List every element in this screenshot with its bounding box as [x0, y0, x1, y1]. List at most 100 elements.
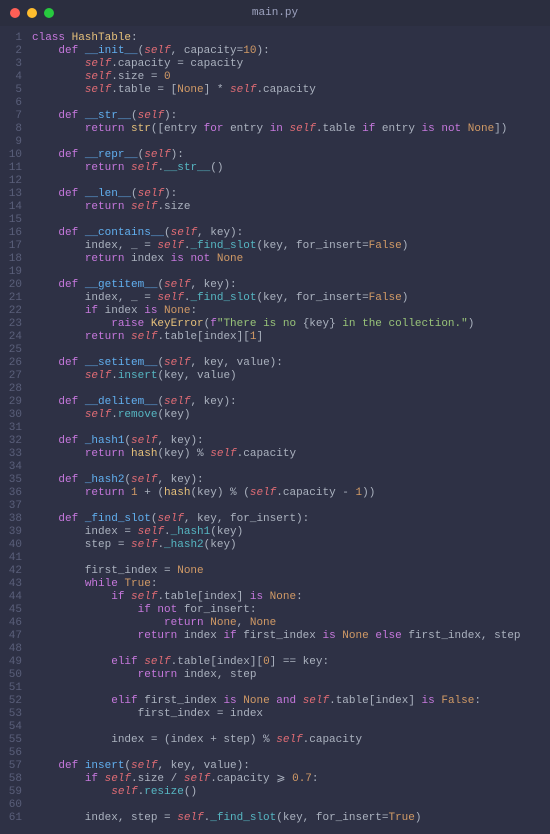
code-line[interactable]: elif first_index is None and self.table[…: [32, 695, 550, 708]
code-line[interactable]: if self.size / self.capacity ⩾ 0.7:: [32, 773, 550, 786]
code-line[interactable]: def _hash2(self, key):: [32, 474, 550, 487]
code-line[interactable]: [32, 175, 550, 188]
code-line[interactable]: [32, 721, 550, 734]
code-line[interactable]: def __len__(self):: [32, 188, 550, 201]
line-number: 7: [0, 110, 28, 123]
line-number: 55: [0, 734, 28, 747]
line-number: 9: [0, 136, 28, 149]
code-line[interactable]: return self.table[index][1]: [32, 331, 550, 344]
code-line[interactable]: [32, 383, 550, 396]
line-number: 38: [0, 513, 28, 526]
code-line[interactable]: [32, 97, 550, 110]
code-line[interactable]: raise KeyError(f"There is no {key} in th…: [32, 318, 550, 331]
line-number: 40: [0, 539, 28, 552]
code-line[interactable]: self.remove(key): [32, 409, 550, 422]
code-line[interactable]: return hash(key) % self.capacity: [32, 448, 550, 461]
code-line[interactable]: index, _ = self._find_slot(key, for_inse…: [32, 292, 550, 305]
line-number: 48: [0, 643, 28, 656]
code-line[interactable]: return index is not None: [32, 253, 550, 266]
line-number: 15: [0, 214, 28, 227]
line-number: 18: [0, 253, 28, 266]
code-line[interactable]: def _hash1(self, key):: [32, 435, 550, 448]
line-number: 6: [0, 97, 28, 110]
code-line[interactable]: [32, 422, 550, 435]
code-line[interactable]: index, step = self._find_slot(key, for_i…: [32, 812, 550, 825]
line-number: 51: [0, 682, 28, 695]
code-line[interactable]: return self.__str__(): [32, 162, 550, 175]
line-number: 21: [0, 292, 28, 305]
window-title: main.py: [0, 7, 550, 19]
code-line[interactable]: [32, 799, 550, 812]
line-number: 29: [0, 396, 28, 409]
code-line[interactable]: return str([entry for entry in self.tabl…: [32, 123, 550, 136]
line-number: 28: [0, 383, 28, 396]
line-number: 8: [0, 123, 28, 136]
line-number: 37: [0, 500, 28, 513]
line-number: 45: [0, 604, 28, 617]
code-line[interactable]: step = self._hash2(key): [32, 539, 550, 552]
code-line[interactable]: [32, 214, 550, 227]
zoom-icon[interactable]: [44, 8, 54, 18]
code-line[interactable]: class HashTable:: [32, 32, 550, 45]
code-line[interactable]: return 1 + (hash(key) % (self.capacity -…: [32, 487, 550, 500]
code-line[interactable]: index, _ = self._find_slot(key, for_inse…: [32, 240, 550, 253]
line-number: 41: [0, 552, 28, 565]
line-number: 52: [0, 695, 28, 708]
code-line[interactable]: def __contains__(self, key):: [32, 227, 550, 240]
code-line[interactable]: first_index = index: [32, 708, 550, 721]
line-number: 43: [0, 578, 28, 591]
code-line[interactable]: def __delitem__(self, key):: [32, 396, 550, 409]
code-line[interactable]: [32, 136, 550, 149]
line-number: 11: [0, 162, 28, 175]
code-line[interactable]: def __repr__(self):: [32, 149, 550, 162]
code-line[interactable]: index = self._hash1(key): [32, 526, 550, 539]
line-number: 39: [0, 526, 28, 539]
line-number: 31: [0, 422, 28, 435]
line-number: 3: [0, 58, 28, 71]
line-number: 19: [0, 266, 28, 279]
code-line[interactable]: elif self.table[index][0] == key:: [32, 656, 550, 669]
code-line[interactable]: def _find_slot(self, key, for_insert):: [32, 513, 550, 526]
code-line[interactable]: if self.table[index] is None:: [32, 591, 550, 604]
line-number: 59: [0, 786, 28, 799]
line-number: 58: [0, 773, 28, 786]
code-line[interactable]: [32, 461, 550, 474]
code-line[interactable]: [32, 266, 550, 279]
code-line[interactable]: [32, 643, 550, 656]
code-line[interactable]: [32, 552, 550, 565]
code-area[interactable]: class HashTable: def __init__(self, capa…: [32, 32, 550, 825]
code-line[interactable]: return self.size: [32, 201, 550, 214]
code-line[interactable]: return index if first_index is None else…: [32, 630, 550, 643]
line-number: 5: [0, 84, 28, 97]
line-number: 42: [0, 565, 28, 578]
code-line[interactable]: while True:: [32, 578, 550, 591]
code-line[interactable]: def insert(self, key, value):: [32, 760, 550, 773]
code-line[interactable]: def __getitem__(self, key):: [32, 279, 550, 292]
code-line[interactable]: index = (index + step) % self.capacity: [32, 734, 550, 747]
code-editor[interactable]: 1234567891011121314151617181920212223242…: [0, 26, 550, 834]
code-line[interactable]: self.capacity = capacity: [32, 58, 550, 71]
code-line[interactable]: if index is None:: [32, 305, 550, 318]
code-line[interactable]: first_index = None: [32, 565, 550, 578]
code-line[interactable]: [32, 682, 550, 695]
code-line[interactable]: def __init__(self, capacity=10):: [32, 45, 550, 58]
code-line[interactable]: [32, 500, 550, 513]
code-line[interactable]: [32, 344, 550, 357]
code-line[interactable]: self.insert(key, value): [32, 370, 550, 383]
code-line[interactable]: return index, step: [32, 669, 550, 682]
close-icon[interactable]: [10, 8, 20, 18]
code-line[interactable]: def __str__(self):: [32, 110, 550, 123]
line-number: 17: [0, 240, 28, 253]
line-number: 47: [0, 630, 28, 643]
code-line[interactable]: def __setitem__(self, key, value):: [32, 357, 550, 370]
code-line[interactable]: self.size = 0: [32, 71, 550, 84]
code-line[interactable]: if not for_insert:: [32, 604, 550, 617]
line-number: 27: [0, 370, 28, 383]
code-line[interactable]: self.resize(): [32, 786, 550, 799]
code-line[interactable]: return None, None: [32, 617, 550, 630]
code-line[interactable]: self.table = [None] * self.capacity: [32, 84, 550, 97]
line-number: 36: [0, 487, 28, 500]
minimize-icon[interactable]: [27, 8, 37, 18]
line-number: 20: [0, 279, 28, 292]
code-line[interactable]: [32, 747, 550, 760]
